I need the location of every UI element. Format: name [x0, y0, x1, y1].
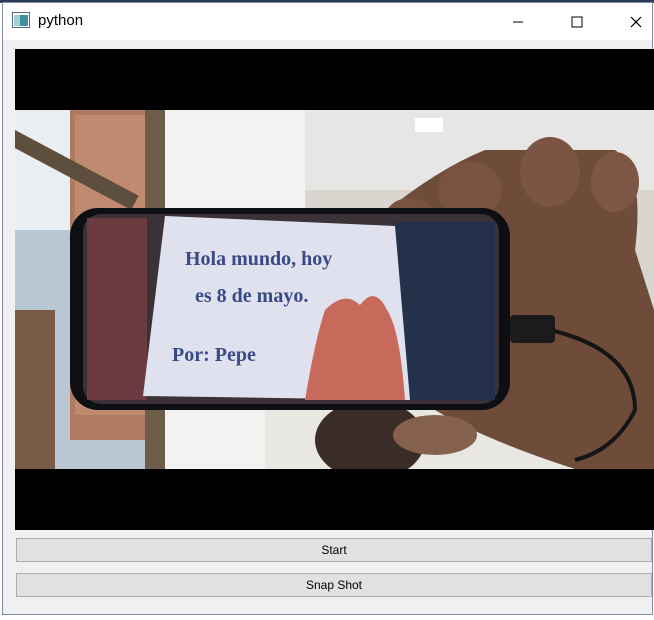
start-button[interactable]: Start — [16, 538, 652, 562]
note-line-1: Hola mundo, hoy — [185, 248, 332, 270]
maximize-button[interactable] — [554, 3, 600, 40]
video-display: Hola mundo, hoy es 8 de mayo. Por: Pepe — [15, 49, 654, 530]
note-line-2: es 8 de mayo. — [195, 285, 308, 307]
window-title: python — [38, 12, 84, 29]
window-icon — [12, 12, 30, 28]
camera-frame: Hola mundo, hoy es 8 de mayo. Por: Pepe — [15, 110, 654, 469]
title-bar[interactable]: python — [3, 3, 652, 40]
minimize-icon — [513, 21, 523, 22]
maximize-icon — [571, 16, 583, 27]
close-button[interactable] — [613, 3, 654, 40]
close-icon — [630, 16, 642, 27]
snapshot-button[interactable]: Snap Shot — [16, 573, 652, 597]
note-line-3: Por: Pepe — [172, 344, 256, 366]
minimize-button[interactable] — [495, 3, 541, 40]
app-window: python Hola mundo, hoy es 8 de mayo. Por… — [2, 2, 654, 615]
